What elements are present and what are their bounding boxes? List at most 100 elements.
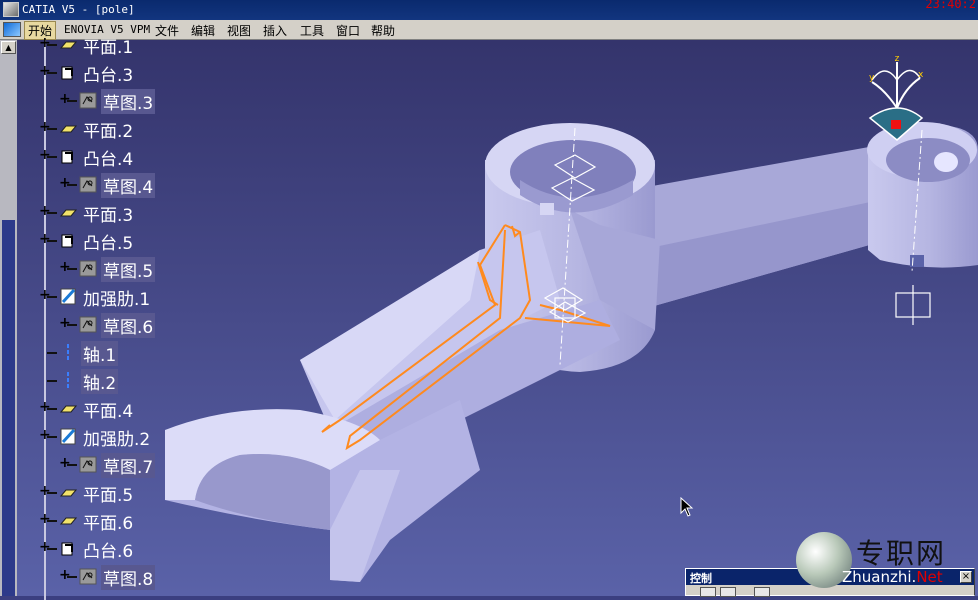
tree-branch-line: [67, 268, 77, 270]
tree-branch-line: [47, 520, 57, 522]
tree-item-label: 草图.3: [101, 89, 156, 114]
menu-help[interactable]: 帮助: [368, 22, 398, 39]
tree-branch-line: [47, 156, 57, 158]
tree-item[interactable]: + 平面.6: [17, 508, 217, 534]
tree-branch-line: [47, 240, 57, 242]
tree-item-label: 草图.6: [101, 313, 156, 338]
tree-item-label: 凸台.3: [83, 66, 134, 86]
plane-icon: [59, 399, 78, 417]
tree-branch-line: [47, 128, 57, 130]
tree-item-label: 草图.5: [101, 257, 156, 282]
tree-branch-line: [47, 408, 57, 410]
tree-item-label: 凸台.4: [83, 150, 134, 170]
watermark-en-text: Zhuanzhi.Net: [842, 568, 943, 586]
axis-icon: [59, 371, 77, 389]
tree-item[interactable]: + 草图.3: [17, 88, 217, 114]
tree-item[interactable]: + 平面.5: [17, 480, 217, 506]
tree-item[interactable]: + 凸台.3: [17, 60, 217, 86]
catia-app-icon[interactable]: [3, 2, 19, 17]
sketch-icon: [79, 91, 97, 109]
tree-scrollbar[interactable]: ▲: [0, 40, 17, 596]
pad-icon: [59, 147, 77, 165]
tree-item-label: 平面.2: [83, 122, 134, 142]
plane-icon: [59, 35, 78, 53]
tree-branch-line: [47, 492, 57, 494]
tree-item-label: 草图.4: [101, 173, 156, 198]
tree-item[interactable]: + 凸台.5: [17, 228, 217, 254]
pad-icon: [59, 539, 77, 557]
tree-item-label: 草图.7: [101, 453, 156, 478]
clock-readout: 23:40:2: [925, 0, 976, 11]
menu-window[interactable]: 窗口: [333, 22, 363, 39]
tree-item[interactable]: 轴.1: [17, 340, 217, 366]
pad-icon: [59, 231, 77, 249]
tree-item[interactable]: + 草图.5: [17, 256, 217, 282]
sketch-icon: [79, 315, 97, 333]
specification-tree: + 平面.1 + 凸台.3 + 草图.3 + 平面.2 + 凸台.4 + 草图.4 + 平面.3 + 凸台.5…: [17, 36, 217, 600]
tree-item[interactable]: + 草图.7: [17, 452, 217, 478]
sketch-icon: [79, 259, 97, 277]
sketch-icon: [79, 175, 97, 193]
tree-item-label: 轴.1: [81, 341, 119, 366]
tree-branch-line: [67, 184, 77, 186]
control-panel-title: 控制: [690, 572, 712, 585]
tree-item[interactable]: + 平面.1: [17, 32, 217, 58]
sketch-icon: [79, 567, 97, 585]
tree-item-label: 平面.1: [83, 38, 134, 58]
pad-icon: [59, 63, 77, 81]
tree-item[interactable]: + 草图.6: [17, 312, 217, 338]
tree-branch-line: [47, 212, 57, 214]
watermark-tld: Net: [916, 568, 943, 586]
compass-x-label: x: [918, 70, 924, 80]
plane-icon: [59, 203, 78, 221]
tree-item[interactable]: + 凸台.4: [17, 144, 217, 170]
watermark-domain: Zhuanzhi.: [842, 568, 917, 586]
rib-icon: [59, 287, 77, 305]
menu-tools[interactable]: 工具: [297, 22, 327, 39]
tree-item-label: 平面.6: [83, 514, 134, 534]
sketch-icon: [79, 455, 97, 473]
menu-insert[interactable]: 插入: [260, 22, 290, 39]
scroll-up-arrow-icon[interactable]: ▲: [1, 41, 16, 54]
tree-branch-line: [67, 100, 77, 102]
tree-item[interactable]: 轴.2: [17, 368, 217, 394]
mouse-cursor-icon: [680, 497, 694, 517]
window-title: CATIA V5 - [pole]: [22, 3, 135, 16]
tree-item[interactable]: + 平面.2: [17, 116, 217, 142]
tree-branch-line: [47, 436, 57, 438]
tree-branch-line: [47, 296, 57, 298]
tree-item-label: 草图.8: [101, 565, 156, 590]
compass-z-label: z: [895, 54, 900, 64]
tree-branch-line: [47, 548, 57, 550]
tree-branch-line: [67, 324, 77, 326]
tree-item[interactable]: + 平面.3: [17, 200, 217, 226]
axis-icon: [59, 343, 77, 361]
tree-branch-line: [67, 464, 77, 466]
tree-item-label: 凸台.6: [83, 542, 134, 562]
tree-item[interactable]: + 加强肋.1: [17, 284, 217, 310]
tree-item[interactable]: + 凸台.6: [17, 536, 217, 562]
tree-item-label: 平面.3: [83, 206, 134, 226]
rib-icon: [59, 427, 77, 445]
tree-branch-line: [67, 576, 77, 578]
plane-icon: [59, 511, 78, 529]
tree-branch-line: [47, 352, 57, 354]
compass-y-label: y: [869, 73, 875, 83]
tree-item-label: 平面.4: [83, 402, 134, 422]
tree-branch-line: [47, 44, 57, 46]
tree-item[interactable]: + 草图.8: [17, 564, 217, 590]
tree-branch-line: [47, 72, 57, 74]
tree-item-label: 加强肋.1: [83, 290, 151, 310]
tree-item-label: 加强肋.2: [83, 430, 151, 450]
watermark-cn-text: 专职网: [856, 537, 947, 570]
tree-item[interactable]: + 草图.4: [17, 172, 217, 198]
tree-branch-line: [47, 380, 57, 382]
tree-item-label: 轴.2: [81, 369, 119, 394]
scroll-thumb[interactable]: [2, 220, 15, 596]
plane-icon: [59, 119, 78, 137]
tree-item-label: 平面.5: [83, 486, 134, 506]
tree-item-label: 凸台.5: [83, 234, 134, 254]
tree-item[interactable]: + 平面.4: [17, 396, 217, 422]
menu-view[interactable]: 视图: [224, 22, 254, 39]
tree-item[interactable]: + 加强肋.2: [17, 424, 217, 450]
